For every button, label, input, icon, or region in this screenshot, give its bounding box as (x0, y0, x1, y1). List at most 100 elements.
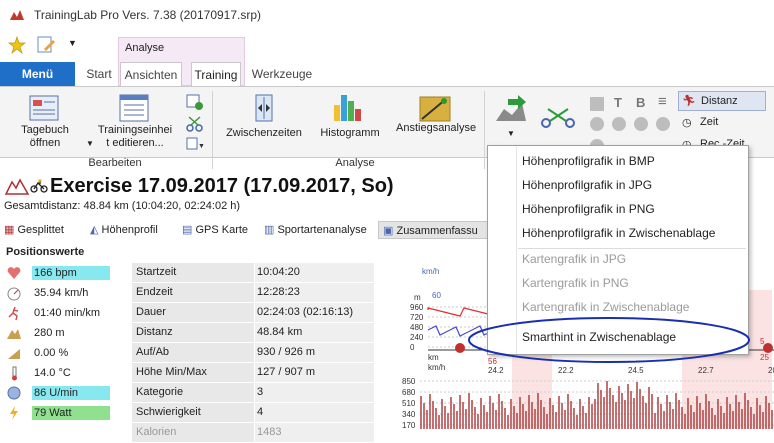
menu-item[interactable]: Höhenprofilgrafik in PNG (522, 198, 655, 220)
table-row: Schwierigkeit 4 (132, 403, 374, 423)
tab-sportartenanalyse[interactable]: ▥ Sportartenanalyse (264, 221, 367, 239)
option-zeit[interactable]: ◷ Zeit (678, 113, 766, 133)
menu-item[interactable]: Höhenprofilgrafik in Zwischenablage (522, 222, 715, 244)
table-row: Kategorie 3 (132, 383, 374, 403)
altitude-bar (579, 399, 581, 429)
histogramm-button[interactable]: Histogramm (314, 127, 386, 140)
edit-document-icon[interactable] (36, 35, 56, 55)
menu-item[interactable]: Höhenprofilgrafik in JPG (522, 174, 652, 196)
position-value: 0.00 % (34, 347, 69, 359)
tab-hoehenprofil[interactable]: ◭ Höhenprofil (90, 221, 158, 239)
circle-2-icon[interactable] (612, 117, 626, 131)
altitude-bar (609, 388, 611, 429)
altitude-bar (717, 399, 719, 429)
altitude-bar (447, 413, 449, 429)
highlight-ellipse (468, 317, 750, 363)
title-bar: TrainingLab Pro Vers. 7.38 (20170917.srp… (0, 0, 774, 30)
altitude-bar (531, 402, 533, 429)
altitude-bar (492, 403, 494, 429)
table-value: 127 / 907 m (255, 363, 374, 382)
menu-item[interactable]: Höhenprofilgrafik in BMP (522, 150, 655, 172)
altitude-bar (645, 403, 647, 429)
export-profile-icon[interactable] (494, 95, 528, 125)
thermometer-icon (12, 366, 17, 381)
training-unit-icon (119, 94, 149, 122)
add-table-icon[interactable] (186, 93, 204, 111)
table-value: 1483 (255, 423, 374, 442)
tab-start[interactable]: Start (80, 62, 118, 86)
cut-icon[interactable] (186, 115, 204, 133)
table-key: Startzeit (132, 263, 254, 282)
circle-3-icon[interactable] (634, 117, 648, 131)
altitude-bar (450, 397, 452, 429)
altitude-bar (435, 408, 437, 429)
chart-kmh-label: km/h (428, 363, 445, 372)
altitude-bar (711, 408, 713, 429)
altitude-bar (591, 404, 593, 429)
altitude-bar (510, 399, 512, 429)
table-key: Kalorien (132, 423, 254, 442)
menu-button[interactable]: Menü (0, 62, 75, 86)
table-row: Höhe Min/Max 127 / 907 m (132, 363, 374, 383)
altitude-bar (672, 409, 674, 429)
table-key: Höhe Min/Max (132, 363, 254, 382)
zwischenzeiten-button[interactable]: Zwischenzeiten (224, 127, 304, 140)
tab-ansichten[interactable]: Ansichten (120, 62, 182, 86)
altitude-bar (423, 403, 425, 429)
table-row: Distanz 48.84 km (132, 323, 374, 343)
altitude-bar (663, 411, 665, 429)
tab-training[interactable]: Training (191, 62, 241, 86)
altitude-bar (765, 396, 767, 429)
altitude-bar (498, 394, 500, 429)
export-dropdown-icon[interactable]: ▼ (507, 129, 515, 138)
tab-gps-karte[interactable]: ▤ GPS Karte (182, 221, 248, 239)
circle-4-icon[interactable] (656, 117, 670, 131)
altitude-bar (666, 395, 668, 429)
altitude-bar (618, 386, 620, 429)
cut-segment-icon[interactable] (540, 105, 576, 129)
group-label-bearbeiten: Bearbeiten (88, 157, 142, 169)
chart-lap-marker (763, 343, 773, 353)
altitude-bar (720, 406, 722, 429)
chart-y-tick-bottom: 170 (402, 421, 416, 429)
altitude-bar (732, 411, 734, 429)
qat-dropdown-icon[interactable]: ▼ (68, 38, 77, 48)
altitude-bar (750, 407, 752, 429)
altitude-bar (741, 409, 743, 429)
text-style-b-icon[interactable]: B (636, 95, 645, 110)
altitude-bar (669, 402, 671, 429)
copy-dropdown-icon[interactable]: ▼ (186, 137, 204, 151)
align-icon[interactable]: ≡ (658, 93, 667, 110)
runner-icon (8, 306, 19, 321)
circle-1-icon[interactable] (590, 117, 604, 131)
einheit-dropdown-icon[interactable]: ▼ (86, 139, 94, 148)
tab-zusammenfassung[interactable]: ▣ Zusammenfassu (378, 221, 488, 239)
option-distanz[interactable]: 🏃︎ Distanz (678, 91, 766, 111)
app-logo-icon (10, 10, 24, 20)
favorite-star-icon[interactable] (8, 36, 26, 54)
altitude-bar (678, 400, 680, 429)
trainingseinheit-button[interactable]: Trainingseinhei t editieren... (92, 124, 178, 150)
table-key: Dauer (132, 303, 254, 322)
chart-km-value: 25 (760, 353, 769, 362)
fill-square-icon[interactable] (590, 97, 604, 111)
altitude-bar (651, 394, 653, 429)
altitude-bar (564, 410, 566, 429)
tab-gesplittet[interactable]: ▦ Gesplittet (4, 221, 64, 239)
altitude-bar (696, 396, 698, 429)
text-style-t-icon[interactable]: T (614, 95, 622, 110)
altitude-bar (759, 405, 761, 429)
altitude-bar (519, 397, 521, 429)
position-value-row: 14.0 °C (0, 363, 116, 383)
quick-access-toolbar: ▼ (0, 30, 774, 62)
tagebuch-button[interactable]: Tagebuch öffnen (14, 124, 76, 150)
anstiegsanalyse-button[interactable]: Anstiegsanalyse (396, 122, 476, 135)
tab-gesplittet-label: Gesplittet (17, 224, 64, 236)
tab-werkzeuge[interactable]: Werkzeuge (250, 62, 314, 86)
table-value: 3 (255, 383, 374, 402)
altitude-bar (633, 398, 635, 429)
chart-y-tick-bottom: 340 (402, 410, 416, 419)
svg-text:▼: ▼ (198, 143, 204, 150)
split-times-icon (255, 94, 273, 122)
speedometer-icon (7, 287, 21, 301)
